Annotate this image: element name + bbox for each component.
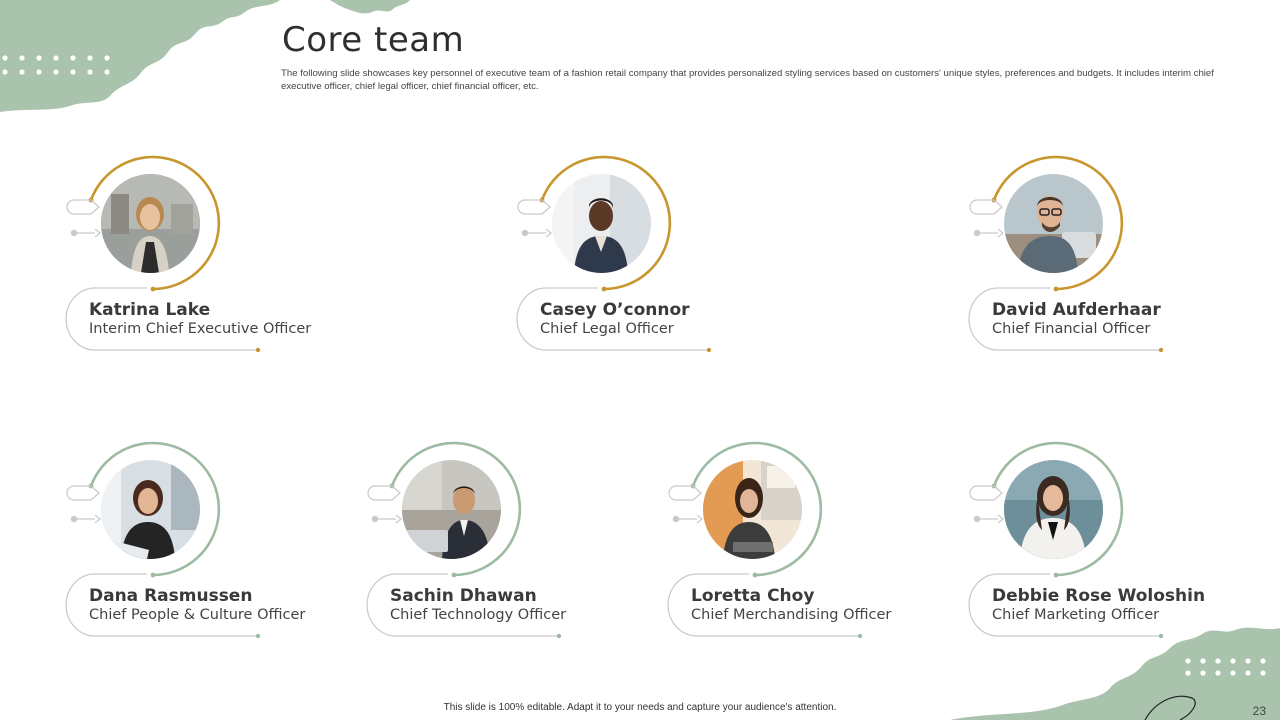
page-title: Core team: [282, 20, 465, 60]
member-role: Chief People & Culture Officer: [89, 607, 306, 623]
page-subtitle: The following slide showcases key person…: [281, 68, 1214, 92]
team-member-card: Katrina Lake Interim Chief Executive Offi…: [65, 155, 311, 357]
woman-white-jacket-portrait-icon: [1004, 460, 1103, 559]
page-number: 23: [1252, 704, 1266, 718]
member-name: Sachin Dhawan: [390, 586, 537, 606]
member-role: Chief Technology Officer: [390, 607, 567, 623]
woman-portrait-icon: [101, 174, 200, 273]
team-member-card: Dana Rasmussen Chief People & Culture Off…: [65, 441, 307, 643]
man-glasses-portrait-icon: [1004, 174, 1103, 273]
member-role: Chief Marketing Officer: [992, 607, 1160, 623]
woman-desk-portrait-icon: [703, 460, 802, 559]
member-role: Chief Financial Officer: [992, 321, 1151, 337]
footer-note: This slide is 100% editable. Adapt it to…: [443, 702, 837, 713]
member-role: Chief Merchandising Officer: [691, 607, 892, 623]
member-name: Loretta Choy: [691, 586, 815, 606]
team-member-card: Casey O’connor Chief Legal Officer: [516, 155, 758, 357]
member-name: Katrina Lake: [89, 300, 211, 320]
team-member-card: Sachin Dhawan Chief Technology Officer: [366, 441, 608, 643]
member-name: Casey O’connor: [540, 300, 690, 320]
team-member-card: David Aufderhaar Chief Financial Officer: [968, 155, 1210, 357]
member-name: Debbie Rose Woloshin: [992, 586, 1206, 606]
top-left-decoration: [0, 0, 410, 112]
member-role: Interim Chief Executive Officer: [89, 321, 312, 337]
man-portrait-icon: [552, 174, 651, 273]
man-suit-portrait-icon: [402, 460, 501, 559]
woman-laptop-portrait-icon: [101, 460, 200, 559]
member-name: Dana Rasmussen: [89, 586, 253, 606]
team-member-card: Loretta Choy Chief Merchandising Officer: [667, 441, 909, 643]
member-role: Chief Legal Officer: [540, 321, 674, 337]
team-member-card: Debbie Rose Woloshin Chief Marketing Offi…: [968, 441, 1210, 643]
member-name: David Aufderhaar: [992, 300, 1161, 320]
